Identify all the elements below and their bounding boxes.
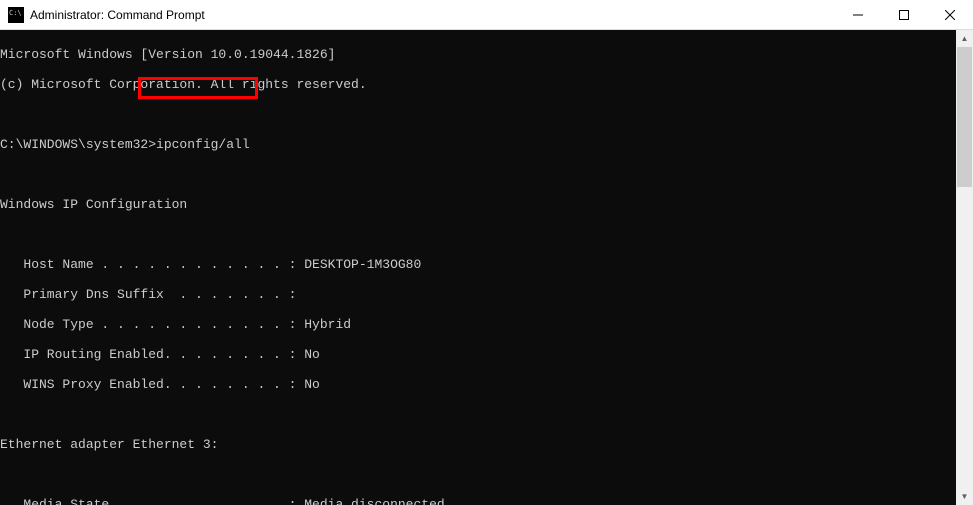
window-controls [835,0,973,29]
scroll-up-arrow[interactable]: ▲ [956,30,973,47]
header-version: Microsoft Windows [Version 10.0.19044.18… [0,47,956,62]
scrollbar-thumb[interactable] [957,47,972,187]
blank-line [0,167,956,182]
close-button[interactable] [927,0,973,30]
close-icon [945,10,955,20]
eth3-media-state: Media State . . . . . . . . . . . : Medi… [0,497,956,505]
host-name: Host Name . . . . . . . . . . . . : DESK… [0,257,956,272]
cmd-icon [8,7,24,23]
node-type: Node Type . . . . . . . . . . . . : Hybr… [0,317,956,332]
ip-routing: IP Routing Enabled. . . . . . . . : No [0,347,956,362]
primary-dns-suffix: Primary Dns Suffix . . . . . . . : [0,287,956,302]
scrollbar-track[interactable] [956,47,973,488]
window-titlebar: Administrator: Command Prompt [0,0,973,30]
section-ip-config: Windows IP Configuration [0,197,956,212]
terminal-output[interactable]: Microsoft Windows [Version 10.0.19044.18… [0,30,956,505]
vertical-scrollbar[interactable]: ▲ ▼ [956,30,973,505]
blank-line [0,467,956,482]
section-ethernet-3: Ethernet adapter Ethernet 3: [0,437,956,452]
header-copyright: (c) Microsoft Corporation. All rights re… [0,77,956,92]
blank-line [0,107,956,122]
scroll-down-arrow[interactable]: ▼ [956,488,973,505]
window-title: Administrator: Command Prompt [30,8,835,22]
minimize-icon [853,10,863,20]
wins-proxy: WINS Proxy Enabled. . . . . . . . : No [0,377,956,392]
blank-line [0,407,956,422]
maximize-icon [899,10,909,20]
minimize-button[interactable] [835,0,881,30]
blank-line [0,227,956,242]
terminal-container: Microsoft Windows [Version 10.0.19044.18… [0,30,973,505]
prompt-command: C:\WINDOWS\system32>ipconfig/all [0,137,956,152]
maximize-button[interactable] [881,0,927,30]
